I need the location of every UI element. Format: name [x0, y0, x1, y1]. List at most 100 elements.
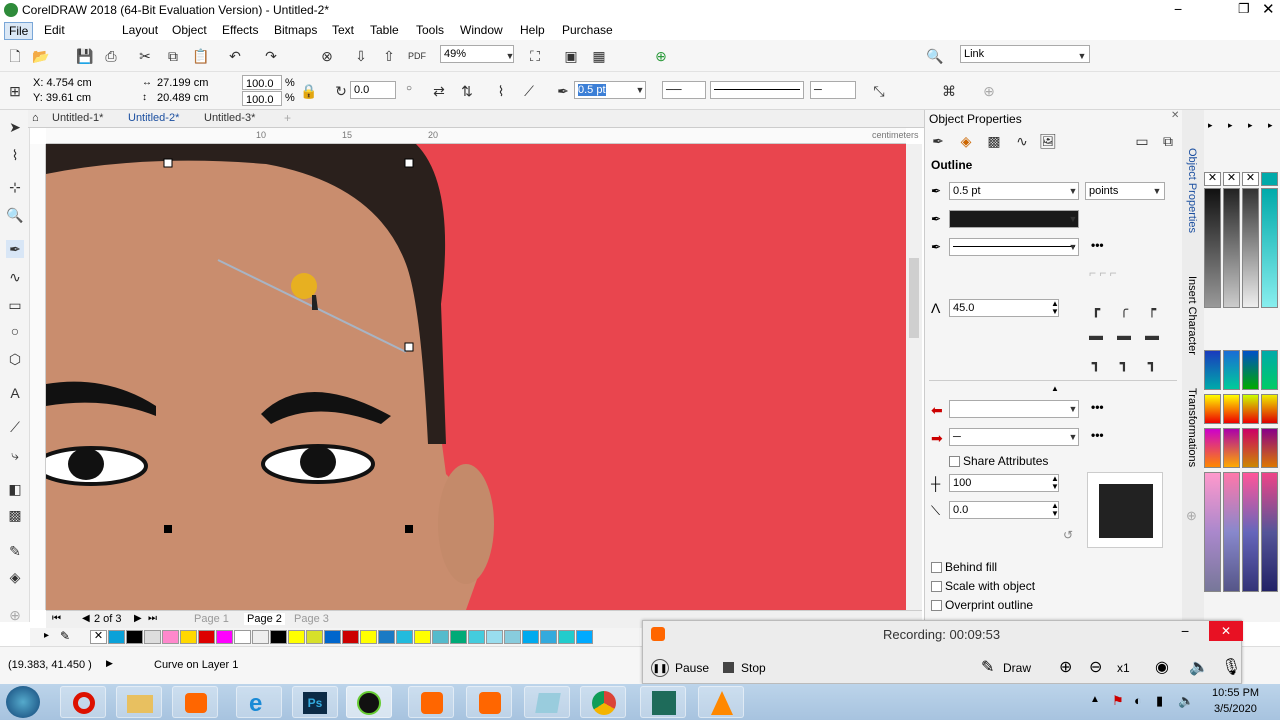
palette-pastel-2[interactable]: [1223, 472, 1240, 592]
line-style-more-icon[interactable]: •••: [1091, 238, 1104, 252]
corner-round-icon[interactable]: ╭: [1115, 300, 1133, 318]
swatch-white[interactable]: [234, 630, 251, 644]
docker-close-icon[interactable]: ✕: [1171, 110, 1179, 121]
palette-magenta-2[interactable]: [1223, 428, 1240, 468]
export-icon[interactable]: ⇧: [380, 47, 398, 65]
wrap-text-icon[interactable]: ⤡: [870, 82, 888, 100]
new-tab-icon[interactable]: +: [284, 111, 291, 125]
text-tool-icon[interactable]: A: [6, 384, 24, 402]
ellipse-tool-icon[interactable]: ○: [6, 322, 24, 340]
bitmap-tab-icon[interactable]: 🖼: [1039, 132, 1057, 150]
menu-purchase[interactable]: Purchase: [558, 22, 617, 38]
palette-magenta-1[interactable]: [1204, 428, 1221, 468]
welcome-home-icon[interactable]: ⌂: [32, 112, 39, 124]
rotation-angle-field[interactable]: 0.0: [350, 81, 396, 99]
palette-teal[interactable]: [1261, 172, 1278, 186]
snap-dropdown-icon[interactable]: ▼: [1076, 48, 1088, 64]
palette-magenta-4[interactable]: [1261, 428, 1278, 468]
height-field[interactable]: 20.489 cm: [154, 90, 238, 108]
webcam-icon[interactable]: ◉: [1155, 657, 1169, 677]
outline-width-input[interactable]: 0.5 pt: [949, 182, 1079, 200]
swatch-bright-blue[interactable]: [576, 630, 593, 644]
tray-battery-icon[interactable]: ▮: [1156, 693, 1163, 709]
search-icon[interactable]: 🔍: [926, 47, 944, 65]
menu-effects[interactable]: Effects: [218, 22, 262, 38]
scale-x-field[interactable]: 100.0: [242, 75, 282, 90]
stop-icon[interactable]: [723, 662, 734, 673]
swatch-steel-blue[interactable]: [378, 630, 395, 644]
collapse-arrow-icon[interactable]: ▲: [1051, 384, 1059, 393]
swatch-green[interactable]: [450, 630, 467, 644]
palette-arrow-4-icon[interactable]: ▸: [1268, 120, 1273, 131]
drawing-canvas[interactable]: [46, 144, 906, 610]
outline-width-dropdown-icon[interactable]: ▼: [634, 82, 646, 98]
minimize-icon[interactable]: −: [1174, 1, 1182, 17]
outline-width-dropdown-icon[interactable]: ▼: [1067, 183, 1079, 199]
open-icon[interactable]: 📂: [32, 47, 50, 65]
vertical-scroll-thumb[interactable]: [909, 258, 919, 338]
outline-color-dropdown-icon[interactable]: ▼: [1067, 211, 1079, 227]
palette-gray-column-3[interactable]: [1242, 188, 1259, 308]
swatch-blue[interactable]: [324, 630, 341, 644]
microphone-icon[interactable]: 🎙: [1221, 657, 1241, 677]
position-inside-icon[interactable]: ┓: [1143, 354, 1161, 372]
show-grid-icon[interactable]: ▦: [590, 47, 608, 65]
end-arrow-dropdown-icon[interactable]: ▼: [1067, 429, 1079, 445]
swatch-magenta[interactable]: [216, 630, 233, 644]
outline-pen-tab-icon[interactable]: ✒: [929, 132, 947, 150]
rectangle-tool-icon[interactable]: ▭: [6, 296, 24, 314]
pause-icon[interactable]: ❚❚: [651, 659, 669, 677]
recorder-2-taskbar-icon[interactable]: [466, 686, 512, 718]
swatch-off-white[interactable]: [252, 630, 269, 644]
object-properties-side-tab[interactable]: Object Properties: [1186, 148, 1198, 233]
swatch-red[interactable]: [198, 630, 215, 644]
menu-text[interactable]: Text: [328, 22, 358, 38]
add-docker-icon[interactable]: ⊕: [1186, 508, 1197, 524]
swatch-black-2[interactable]: [270, 630, 287, 644]
chrome-taskbar-icon[interactable]: [580, 686, 626, 718]
clock-time[interactable]: 10:55 PM: [1212, 687, 1259, 699]
speaker-icon[interactable]: 🔈: [1189, 657, 1209, 677]
start-arrowhead-select[interactable]: [949, 400, 1079, 418]
stop-button[interactable]: Stop: [741, 661, 766, 675]
copy-icon[interactable]: ⧉: [164, 47, 182, 65]
curve-smooth-icon[interactable]: ⟋: [520, 82, 538, 100]
zoom-dropdown-icon[interactable]: ▼: [504, 48, 516, 64]
menu-file[interactable]: File: [4, 22, 34, 40]
swatch-light-gray[interactable]: [144, 630, 161, 644]
recorder-taskbar-icon[interactable]: [408, 686, 454, 718]
curve-tab-icon[interactable]: ∿: [1013, 132, 1031, 150]
swatch-dark-red[interactable]: [342, 630, 359, 644]
palette-yellow-red-4[interactable]: [1261, 394, 1278, 424]
palette-pastel-4[interactable]: [1261, 472, 1278, 592]
interactive-fill-tool-icon[interactable]: ◈: [6, 568, 24, 586]
maximize-icon[interactable]: ❐: [1238, 1, 1250, 17]
palette-magenta-3[interactable]: [1242, 428, 1259, 468]
print-icon[interactable]: ⎙: [102, 47, 120, 65]
corner-bevel-icon[interactable]: ┍: [1143, 300, 1161, 318]
palette-scroll-left-icon[interactable]: ▸: [44, 630, 49, 641]
miter-limit-input[interactable]: 45.0: [949, 299, 1059, 317]
redo-icon[interactable]: ↷: [262, 47, 280, 65]
position-center-icon[interactable]: ┓: [1115, 354, 1133, 372]
close-icon[interactable]: ✕: [1262, 0, 1275, 18]
share-attributes-checkbox[interactable]: [949, 456, 960, 467]
start-arrow-more-icon[interactable]: •••: [1091, 400, 1104, 414]
palette-gray-column-2[interactable]: [1223, 188, 1240, 308]
fullscreen-preview-icon[interactable]: ▣: [562, 47, 580, 65]
reset-nib-icon[interactable]: ↺: [1063, 528, 1073, 542]
nib-angle-spinner-icon[interactable]: ▲ ▼: [1051, 502, 1059, 518]
palette-none-1[interactable]: ✕: [1204, 172, 1221, 186]
page-tab-3[interactable]: Page 3: [294, 613, 329, 625]
palette-arrow-3-icon[interactable]: ▸: [1248, 120, 1253, 131]
palette-pastel-1[interactable]: [1204, 472, 1221, 592]
palette-none-2[interactable]: ✕: [1223, 172, 1240, 186]
tray-volume-icon[interactable]: 🔈: [1178, 693, 1194, 709]
menu-layout[interactable]: Layout: [118, 22, 162, 38]
recorder-minimize-icon[interactable]: −: [1181, 623, 1189, 639]
pause-button[interactable]: Pause: [675, 661, 709, 675]
swatch-pink[interactable]: [162, 630, 179, 644]
line-style-dropdown-icon[interactable]: ▼: [1067, 239, 1079, 255]
outline-color-picker[interactable]: [949, 210, 1079, 228]
transparency-tab-icon[interactable]: ▩: [985, 132, 1003, 150]
